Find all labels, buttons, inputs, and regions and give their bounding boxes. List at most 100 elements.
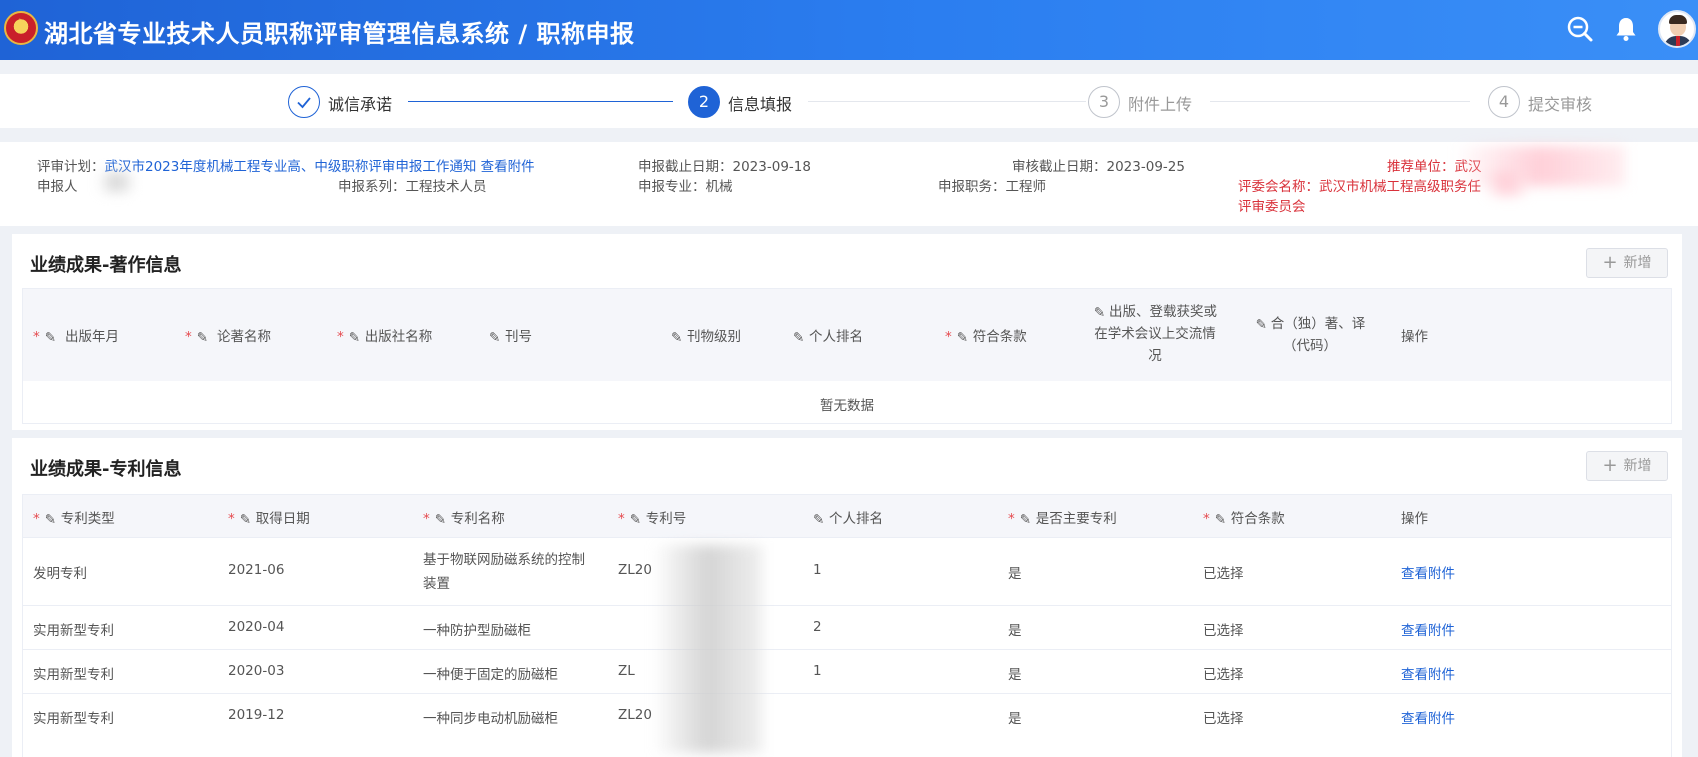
application-position: 申报职务：工程师 <box>938 179 1046 195</box>
review-plan-name[interactable]: 武汉市2023年度机械工程专业高、中级职称评审申报工作通知 <box>105 159 477 175</box>
redacted-committee <box>1485 172 1525 196</box>
patent-no: ZL20 <box>618 707 652 723</box>
works-title: 业绩成果-著作信息 <box>30 255 182 276</box>
view-attachment-link[interactable]: 查看附件 <box>1401 562 1455 582</box>
edit-pen-icon: ✎ <box>956 330 969 346</box>
empty-state: 暂无数据 <box>820 398 874 414</box>
works-table: * ✎ 出版年月 * ✎ 论著名称 * ✎ 出版社名称 ✎ 刊号 ✎ 刊物级别 ✎ 个人排名 … <box>22 288 1672 424</box>
col-patent-type: * ✎ 专利类型 <box>33 511 115 528</box>
application-deadline: 申报截止日期：2023-09-18 <box>638 159 811 175</box>
app-header: ★ 湖北省专业技术人员职称评审管理信息系统 / 职称申报 <box>0 0 1698 60</box>
patent-rank: 1 <box>813 663 822 679</box>
redacted-patent-numbers <box>653 545 763 753</box>
edit-pen-icon: ✎ <box>239 512 252 528</box>
step-4-number: 4 <box>1488 86 1520 118</box>
col-personal-rank: ✎ 个人排名 <box>793 329 863 346</box>
col-issue-no: ✎ 刊号 <box>489 329 532 346</box>
edit-pen-icon: ✎ <box>1255 317 1267 333</box>
patent-type: 实用新型专利 <box>33 711 114 727</box>
application-info-panel: 评审计划：武汉市2023年度机械工程专业高、中级职称评审申报工作通知 查看附件 … <box>0 142 1698 226</box>
view-attachment-link[interactable]: 查看附件 <box>481 159 535 175</box>
system-title: 湖北省专业技术人员职称评审管理信息系统 / 职称申报 <box>44 20 635 48</box>
patent-type: 实用新型专利 <box>33 667 114 683</box>
step-connector <box>808 101 1086 102</box>
works-add-button[interactable]: + 新增 <box>1586 248 1668 278</box>
patent-type: 发明专利 <box>33 566 87 582</box>
zoom-out-icon[interactable] <box>1566 15 1594 43</box>
patent-no: ZL20 <box>618 562 652 578</box>
col-personal-rank: ✎ 个人排名 <box>813 511 883 528</box>
col-coauthor: ✎ 合（独）著、译（代码） <box>1255 316 1366 354</box>
edit-pen-icon: ✎ <box>44 330 57 346</box>
step-3-label: 附件上传 <box>1128 95 1193 114</box>
plus-icon: + <box>1602 455 1618 476</box>
plus-icon: + <box>1602 252 1618 273</box>
progress-steps: 诚信承诺 2 信息填报 3 附件上传 4 提交审核 <box>0 74 1698 128</box>
col-patent-name: * ✎ 专利名称 <box>423 511 505 528</box>
edit-pen-icon: ✎ <box>671 330 683 346</box>
patent-clause: 已选择 <box>1203 566 1244 582</box>
patent-date: 2019-12 <box>228 707 285 723</box>
patents-card: 业绩成果-专利信息 + 新增 * ✎ 专利类型 * ✎ 取得日期 * ✎ 专利名称 * ✎ 专利号… <box>12 438 1682 757</box>
table-row: 实用新型专利 2020-03 一种便于固定的励磁柜 ZL 1 是 已选择 查看附… <box>23 649 1671 693</box>
patent-type: 实用新型专利 <box>33 623 114 639</box>
edit-pen-icon: ✎ <box>813 512 825 528</box>
col-clause: * ✎ 符合条款 <box>1203 511 1285 528</box>
patent-date: 2020-04 <box>228 619 285 635</box>
patent-main: 是 <box>1008 623 1022 639</box>
step-connector <box>1210 101 1470 102</box>
redacted-unit <box>1455 146 1625 186</box>
col-actions: 操作 <box>1401 511 1428 527</box>
col-obtain-date: * ✎ 取得日期 <box>228 511 310 528</box>
patent-clause: 已选择 <box>1203 623 1244 639</box>
edit-pen-icon: ✎ <box>196 330 209 346</box>
bell-icon[interactable] <box>1612 15 1640 43</box>
committee-name-cont: 评审委员会 <box>1238 199 1306 215</box>
patent-rank: 1 <box>813 562 822 578</box>
patents-table: * ✎ 专利类型 * ✎ 取得日期 * ✎ 专利名称 * ✎ 专利号 ✎ 个人排名 * ✎ 是否主要专… <box>22 494 1672 757</box>
col-awards: ✎ 出版、登载获奖或在学术会议上交流情况 <box>1093 304 1217 364</box>
patent-main: 是 <box>1008 711 1022 727</box>
committee-name: 评委会名称：武汉市机械工程高级职务任 <box>1238 179 1481 195</box>
edit-pen-icon: ✎ <box>629 512 642 528</box>
view-attachment-link[interactable]: 查看附件 <box>1401 707 1455 727</box>
col-publish-date: * ✎ 出版年月 <box>33 329 120 346</box>
table-row: 实用新型专利 2020-04 一种防护型励磁柜 2 是 已选择 查看附件 <box>23 605 1671 649</box>
step-1-check-icon <box>288 86 320 118</box>
application-major: 申报专业：机械 <box>638 179 733 195</box>
patent-main: 是 <box>1008 566 1022 582</box>
scrollbar[interactable] <box>1686 234 1694 754</box>
step-2-number: 2 <box>688 86 720 118</box>
view-attachment-link[interactable]: 查看附件 <box>1401 663 1455 683</box>
edit-pen-icon: ✎ <box>44 512 57 528</box>
edit-pen-icon: ✎ <box>434 512 447 528</box>
patents-table-header: * ✎ 专利类型 * ✎ 取得日期 * ✎ 专利名称 * ✎ 专利号 ✎ 个人排名 * ✎ 是否主要专… <box>23 495 1671 537</box>
edit-pen-icon: ✎ <box>1019 512 1032 528</box>
step-connector <box>408 101 673 102</box>
patent-main: 是 <box>1008 667 1022 683</box>
table-row: 实用新型专利 2019-12 一种同步电动机励磁柜 ZL20 是 已选择 查看附… <box>23 693 1671 737</box>
patent-clause: 已选择 <box>1203 711 1244 727</box>
works-card: 业绩成果-著作信息 + 新增 * ✎ 出版年月 * ✎ 论著名称 * ✎ 出版社名称 ✎ 刊… <box>12 234 1682 430</box>
user-avatar[interactable] <box>1658 10 1696 48</box>
patent-date: 2021-06 <box>228 562 285 578</box>
table-row: 发明专利 2021-06 基于物联网励磁系统的控制装置 ZL20 1 是 已选择… <box>23 537 1671 605</box>
edit-pen-icon: ✎ <box>489 330 501 346</box>
redacted-applicant <box>98 172 132 192</box>
col-publisher: * ✎ 出版社名称 <box>337 329 433 346</box>
patents-add-button[interactable]: + 新增 <box>1586 451 1668 481</box>
patents-title: 业绩成果-专利信息 <box>30 459 182 480</box>
col-main-patent: * ✎ 是否主要专利 <box>1008 511 1117 528</box>
audit-deadline: 审核截止日期：2023-09-25 <box>1012 159 1185 175</box>
patent-name: 一种防护型励磁柜 <box>423 623 531 639</box>
col-patent-no: * ✎ 专利号 <box>618 511 687 528</box>
works-table-header: * ✎ 出版年月 * ✎ 论著名称 * ✎ 出版社名称 ✎ 刊号 ✎ 刊物级别 ✎ 个人排名 … <box>23 289 1671 381</box>
step-4-label: 提交审核 <box>1528 95 1593 114</box>
view-attachment-link[interactable]: 查看附件 <box>1401 619 1455 639</box>
col-work-name: * ✎ 论著名称 <box>185 329 272 346</box>
patent-name: 一种同步电动机励磁柜 <box>423 711 558 727</box>
col-journal-level: ✎ 刊物级别 <box>671 329 741 346</box>
applicant: 申报人 <box>37 179 78 195</box>
edit-pen-icon: ✎ <box>793 330 805 346</box>
col-actions: 操作 <box>1401 329 1428 345</box>
